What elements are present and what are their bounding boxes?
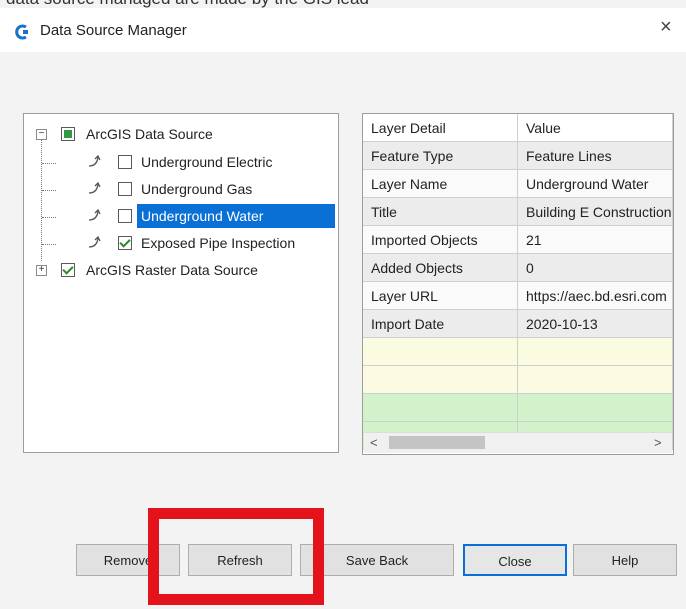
tree-item-exposed-pipe-inspection[interactable]: Exposed Pipe Inspection <box>24 231 334 255</box>
table-header-row: Layer Detail Value <box>363 114 673 142</box>
empty-cell <box>517 337 673 366</box>
empty-cell <box>517 365 673 394</box>
detail-cell: Imported Objects <box>363 225 518 254</box>
detail-cell: Feature Type <box>363 141 518 170</box>
layer-link-icon <box>88 208 101 221</box>
top-caption-text: data source managed are made by the GIS … <box>6 0 369 8</box>
tree-item-label: ArcGIS Raster Data Source <box>86 262 258 278</box>
data-source-tree: − ArcGIS Data Source Underground Electri… <box>23 113 339 453</box>
tree-checkbox[interactable] <box>118 155 132 169</box>
empty-table-row[interactable] <box>363 337 673 366</box>
empty-table-row[interactable] <box>363 365 673 394</box>
red-highlight-annotation <box>148 508 324 605</box>
collapse-icon[interactable]: − <box>36 129 47 140</box>
value-cell: Underground Water <box>517 169 673 198</box>
layer-link-icon <box>88 181 101 194</box>
expand-icon[interactable]: + <box>36 265 47 276</box>
detail-cell: Layer Name <box>363 169 518 198</box>
help-button[interactable]: Help <box>573 544 677 576</box>
layer-detail-grid: Layer Detail Value Feature Type Feature … <box>362 113 674 455</box>
table-row[interactable]: Imported Objects 21 <box>363 225 673 254</box>
table-row[interactable]: Layer URL https://aec.bd.esri.com <box>363 281 673 310</box>
value-cell: 21 <box>517 225 673 254</box>
table-row[interactable]: Added Objects 0 <box>363 253 673 282</box>
tree-item-label: ArcGIS Data Source <box>86 126 213 142</box>
tree-item-arcgis-raster-data-source[interactable]: + ArcGIS Raster Data Source <box>24 258 334 282</box>
tree-checkbox[interactable] <box>61 127 75 141</box>
value-cell: Feature Lines <box>517 141 673 170</box>
column-header-value[interactable]: Value <box>517 114 673 142</box>
layer-link-icon <box>88 235 101 248</box>
close-icon[interactable]: × <box>660 16 672 39</box>
tree-item-arcgis-data-source[interactable]: − ArcGIS Data Source <box>24 122 334 146</box>
value-cell: Building E Construction <box>517 197 673 226</box>
layer-link-icon <box>88 154 101 167</box>
tree-item-label: Exposed Pipe Inspection <box>141 235 296 251</box>
window-title: Data Source Manager <box>40 22 187 39</box>
layer-detail-table: Layer Detail Value Feature Type Feature … <box>363 114 673 450</box>
tree-item-underground-water[interactable]: Underground Water <box>24 204 335 228</box>
empty-cell <box>363 365 518 394</box>
title-bar: Data Source Manager × <box>0 8 686 52</box>
value-cell: 2020-10-13 <box>517 309 673 338</box>
empty-cell <box>517 393 673 422</box>
tree-item-label: Underground Gas <box>141 181 253 197</box>
value-cell: https://aec.bd.esri.com <box>517 281 673 310</box>
detail-cell: Layer URL <box>363 281 518 310</box>
empty-table-row[interactable] <box>363 393 673 422</box>
table-row[interactable]: Layer Name Underground Water <box>363 169 673 198</box>
close-button[interactable]: Close <box>463 544 567 576</box>
tree-checkbox[interactable] <box>118 182 132 196</box>
data-source-manager-icon <box>15 24 28 40</box>
tree-item-label: Underground Water <box>137 204 335 228</box>
tree-checkbox[interactable] <box>118 236 132 250</box>
scroll-right-icon[interactable]: > <box>654 435 662 450</box>
table-row[interactable]: Title Building E Construction <box>363 197 673 226</box>
scroll-left-icon[interactable]: < <box>370 435 378 450</box>
column-header-layer-detail[interactable]: Layer Detail <box>363 114 518 142</box>
empty-cell <box>363 393 518 422</box>
table-row[interactable]: Feature Type Feature Lines <box>363 141 673 170</box>
horizontal-scrollbar[interactable]: < > <box>364 432 672 453</box>
top-caption-strip: data source managed are made by the GIS … <box>0 0 686 8</box>
detail-cell: Title <box>363 197 518 226</box>
table-row[interactable]: Import Date 2020-10-13 <box>363 309 673 338</box>
tree-item-underground-gas[interactable]: Underground Gas <box>24 177 334 201</box>
scrollbar-thumb[interactable] <box>389 436 485 449</box>
empty-cell <box>363 337 518 366</box>
detail-cell: Added Objects <box>363 253 518 282</box>
tree-checkbox[interactable] <box>118 209 132 223</box>
value-cell: 0 <box>517 253 673 282</box>
tree-item-underground-electric[interactable]: Underground Electric <box>24 150 334 174</box>
tree-checkbox[interactable] <box>61 263 75 277</box>
detail-cell: Import Date <box>363 309 518 338</box>
tree-item-label: Underground Electric <box>141 154 273 170</box>
